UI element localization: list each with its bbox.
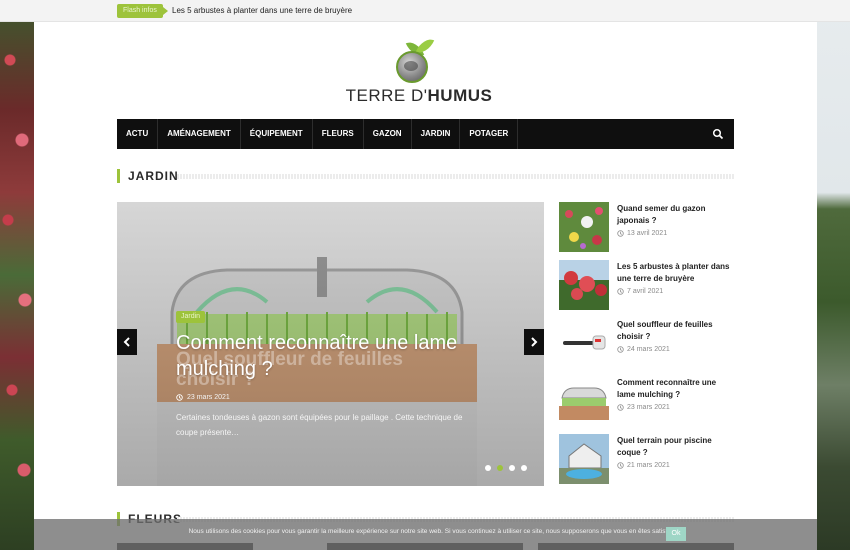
slide-excerpt: Certaines tondeuses à gazon sont équipée… bbox=[176, 413, 463, 437]
main-navigation: ACTU AMÉNAGEMENT ÉQUIPEMENT FLEURS GAZON… bbox=[117, 119, 734, 149]
flash-news-badge: Flash infos bbox=[117, 4, 168, 18]
list-item[interactable]: Les 5 arbustes à planter dans une terre … bbox=[559, 260, 735, 318]
slider-next-button[interactable] bbox=[524, 329, 544, 355]
site-logo-text: TERRE D'HUMUS bbox=[345, 86, 493, 105]
post-date: 21 mars 2021 bbox=[617, 462, 670, 469]
list-item[interactable]: Quel terrain pour piscine coque ? 21 mar… bbox=[559, 434, 735, 492]
recent-posts-list: Quand semer du gazon japonais ? 13 avril… bbox=[559, 202, 735, 492]
search-icon[interactable] bbox=[712, 128, 724, 140]
post-date: 24 mars 2021 bbox=[617, 346, 670, 353]
nav-item-fleurs[interactable]: FLEURS bbox=[313, 119, 364, 149]
slide-category-badge[interactable]: Jardin bbox=[176, 311, 206, 323]
nav-item-gazon[interactable]: GAZON bbox=[364, 119, 412, 149]
flash-news-link[interactable]: Les 5 arbustes à planter dans une terre … bbox=[172, 5, 352, 17]
page-container: TERRE D'HUMUS ACTU AMÉNAGEMENT ÉQUIPEMEN… bbox=[34, 22, 817, 550]
flash-news-bar: Flash infos Les 5 arbustes à planter dan… bbox=[0, 0, 850, 22]
post-date-text: 13 avril 2021 bbox=[627, 230, 668, 237]
post-title[interactable]: Les 5 arbustes à planter dans une terre … bbox=[617, 261, 735, 285]
post-date-text: 21 mars 2021 bbox=[627, 462, 670, 469]
slider-prev-button[interactable] bbox=[117, 329, 137, 355]
chevron-left-icon bbox=[123, 337, 130, 347]
slider-dot[interactable] bbox=[497, 465, 503, 471]
slider-dot[interactable] bbox=[485, 465, 491, 471]
clock-icon bbox=[617, 288, 624, 295]
background-scenery-right bbox=[816, 0, 850, 550]
post-date: 13 avril 2021 bbox=[617, 230, 667, 237]
clock-icon bbox=[617, 346, 624, 353]
nav-item-amenagement[interactable]: AMÉNAGEMENT bbox=[158, 119, 241, 149]
clock-icon bbox=[617, 462, 624, 469]
section-accent-bar bbox=[117, 169, 120, 183]
logo-globe-icon bbox=[396, 51, 428, 83]
slider-pagination bbox=[485, 465, 527, 471]
featured-slider[interactable]: Jardin Quel souffleur de feuilles choisi… bbox=[117, 202, 544, 486]
slider-dot[interactable] bbox=[509, 465, 515, 471]
slider-dot[interactable] bbox=[521, 465, 527, 471]
list-item[interactable]: Comment reconnaître une lame mulching ? … bbox=[559, 376, 735, 434]
post-date: 23 mars 2021 bbox=[617, 404, 670, 411]
post-title[interactable]: Quand semer du gazon japonais ? bbox=[617, 203, 735, 227]
post-thumbnail bbox=[559, 434, 609, 484]
post-title[interactable]: Quel souffleur de feuilles choisir ? bbox=[617, 319, 735, 343]
list-item[interactable]: Quel souffleur de feuilles choisir ? 24 … bbox=[559, 318, 735, 376]
nav-item-actu[interactable]: ACTU bbox=[117, 119, 159, 149]
post-thumbnail bbox=[559, 202, 609, 252]
nav-item-equipement[interactable]: ÉQUIPEMENT bbox=[241, 119, 313, 149]
clock-icon bbox=[617, 404, 624, 411]
post-title[interactable]: Quel terrain pour piscine coque ? bbox=[617, 435, 735, 459]
post-date-text: 24 mars 2021 bbox=[627, 346, 670, 353]
post-date: 7 avril 2021 bbox=[617, 288, 663, 295]
background-scenery-left bbox=[0, 0, 34, 550]
slide-date-text: 23 mars 2021 bbox=[187, 394, 230, 401]
post-thumbnail bbox=[559, 376, 609, 426]
section-label: JARDIN bbox=[128, 169, 179, 183]
cookie-banner: Nous utilisons des cookies pour vous gar… bbox=[34, 519, 817, 550]
post-title[interactable]: Comment reconnaître une lame mulching ? bbox=[617, 377, 735, 401]
nav-item-potager[interactable]: POTAGER bbox=[460, 119, 519, 149]
clock-icon bbox=[617, 230, 624, 237]
post-thumbnail bbox=[559, 318, 609, 368]
section-divider bbox=[177, 174, 734, 179]
list-item[interactable]: Quand semer du gazon japonais ? 13 avril… bbox=[559, 202, 735, 260]
slide-title[interactable]: Comment reconnaître une lame mulching ? bbox=[176, 330, 496, 382]
section-title-jardin: JARDIN bbox=[117, 169, 179, 183]
clock-icon bbox=[176, 394, 183, 401]
site-logo[interactable]: TERRE D'HUMUS bbox=[339, 35, 499, 107]
post-date-text: 23 mars 2021 bbox=[627, 404, 670, 411]
post-date-text: 7 avril 2021 bbox=[627, 288, 664, 295]
slide-date: 23 mars 2021 bbox=[176, 394, 230, 401]
post-thumbnail bbox=[559, 260, 609, 310]
cookie-message: Nous utilisons des cookies pour vous gar… bbox=[188, 528, 676, 535]
chevron-right-icon bbox=[531, 337, 538, 347]
nav-item-jardin[interactable]: JARDIN bbox=[412, 119, 461, 149]
cookie-accept-button[interactable]: Ok bbox=[666, 527, 686, 541]
